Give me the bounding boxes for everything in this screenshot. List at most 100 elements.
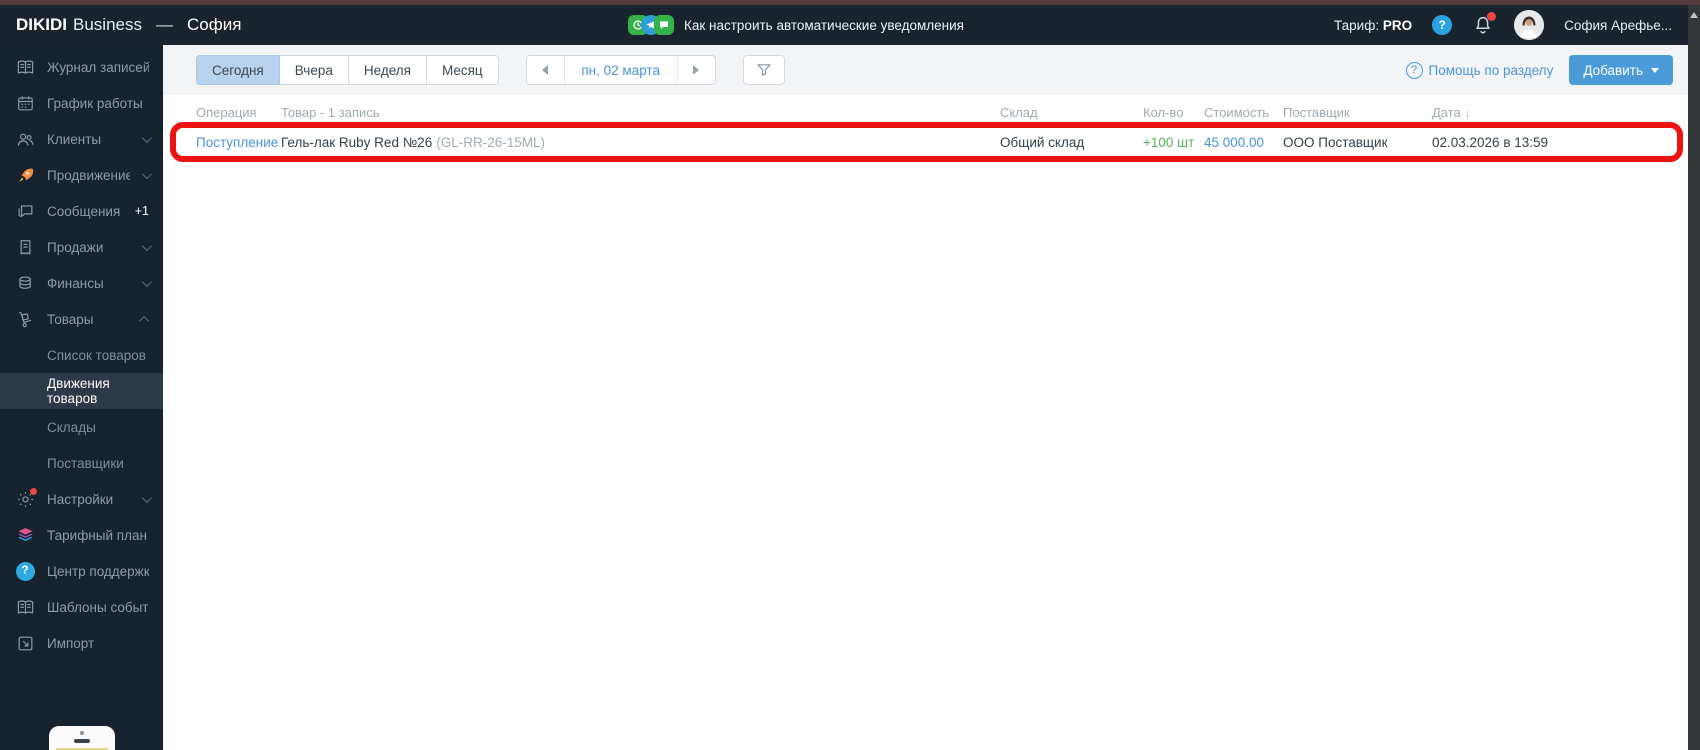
sidebar-item-import[interactable]: Импорт bbox=[0, 625, 163, 661]
chevron-down-icon bbox=[141, 132, 152, 143]
range-week-button[interactable]: Неделя bbox=[347, 55, 427, 85]
tariff-value: PRO bbox=[1382, 17, 1413, 33]
brand-suffix: Business bbox=[73, 15, 142, 34]
app-window: DIKIDI Business — София Как настроить ав… bbox=[0, 0, 1700, 750]
sidebar-item-sales[interactable]: Продажи bbox=[0, 229, 163, 265]
sales-icon bbox=[15, 237, 35, 257]
settings-alert-dot bbox=[30, 488, 37, 495]
user-name[interactable]: София Арефье... bbox=[1564, 18, 1672, 33]
rocket-icon bbox=[15, 165, 35, 185]
sidebar-nav: Журнал записей График работы Клиенты Про… bbox=[0, 45, 163, 661]
row-cost-link[interactable]: 45 000.00 bbox=[1204, 135, 1283, 150]
templates-icon bbox=[15, 597, 35, 617]
row-quantity: +100 шт bbox=[1143, 134, 1195, 150]
row-operation-link[interactable]: Поступление bbox=[196, 135, 281, 150]
company-name[interactable]: София bbox=[187, 15, 241, 35]
sidebar-item-messages[interactable]: Сообщения +1 bbox=[0, 193, 163, 229]
column-header-qty: Кол-во bbox=[1143, 104, 1184, 120]
column-header-warehouse: Склад bbox=[1000, 104, 1038, 120]
sidebar-item-label: Сообщения bbox=[47, 203, 121, 219]
sidebar-subitem-label: Поставщики bbox=[47, 455, 124, 471]
chat-bubble-icon bbox=[654, 15, 674, 35]
help-icon[interactable]: ? bbox=[1432, 15, 1453, 35]
sidebar-item-label: Настройки bbox=[47, 491, 114, 507]
sidebar-item-goods[interactable]: Товары bbox=[0, 301, 163, 337]
sidebar-subitem-product-movements[interactable]: Движения товаров bbox=[0, 373, 163, 409]
scroll-up-arrow-icon[interactable] bbox=[1690, 12, 1698, 18]
sidebar-subitem-label: Склады bbox=[47, 419, 96, 435]
scrollbar[interactable] bbox=[1688, 5, 1700, 750]
table-row[interactable]: Поступление Гель-лак Ruby Red №26 (GL-RR-… bbox=[163, 123, 1688, 161]
add-button[interactable]: Добавить bbox=[1569, 55, 1673, 85]
gear-icon bbox=[15, 488, 37, 509]
current-date-button[interactable]: пн, 02 марта bbox=[565, 56, 677, 84]
messages-icon bbox=[15, 201, 35, 221]
main-content: Сегодня Вчера Неделя Месяц пн, 02 марта … bbox=[163, 45, 1688, 750]
messenger-icons bbox=[628, 15, 674, 35]
finance-icon bbox=[15, 273, 35, 293]
window-top-strip bbox=[0, 0, 1700, 5]
sidebar-subitem-product-list[interactable]: Список товаров bbox=[0, 337, 163, 373]
caret-down-icon bbox=[1651, 67, 1659, 73]
notifications-banner[interactable]: Как настроить автоматические уведомления bbox=[628, 5, 964, 45]
date-navigator: пн, 02 марта bbox=[525, 55, 716, 85]
funnel-icon bbox=[757, 64, 771, 76]
column-header-supplier: Поставщик bbox=[1283, 104, 1350, 120]
sidebar-item-label: Продажи bbox=[47, 239, 104, 255]
unread-badge: +1 bbox=[134, 204, 149, 218]
sidebar-item-clients[interactable]: Клиенты bbox=[0, 121, 163, 157]
clients-icon bbox=[15, 129, 35, 149]
banner-text[interactable]: Как настроить автоматические уведомления bbox=[684, 18, 964, 33]
sidebar-item-journal[interactable]: Журнал записей bbox=[0, 49, 163, 85]
sidebar-subitem-warehouses[interactable]: Склады bbox=[0, 409, 163, 445]
column-header-date[interactable]: Дата ↓ bbox=[1432, 105, 1688, 120]
notifications-bell-icon[interactable] bbox=[1472, 12, 1497, 36]
sidebar-item-label: Продвижение bbox=[47, 167, 131, 183]
sidebar-item-promotion[interactable]: Продвижение bbox=[0, 157, 163, 193]
column-header-product: Товар - 1 запись bbox=[281, 104, 380, 120]
header-right: Тариф: PRO ? София Арефье... bbox=[1334, 5, 1672, 45]
column-header-date-label: Дата bbox=[1432, 104, 1461, 120]
range-month-button[interactable]: Месяц bbox=[425, 55, 499, 85]
sidebar-item-label: Журнал записей bbox=[47, 59, 149, 75]
avatar[interactable] bbox=[1514, 10, 1545, 40]
chevron-down-icon bbox=[142, 168, 152, 179]
goods-icon bbox=[15, 309, 35, 329]
sidebar-item-event-templates[interactable]: Шаблоны событий bbox=[0, 589, 163, 625]
tariff-label[interactable]: Тариф: PRO bbox=[1334, 18, 1412, 33]
support-question-glyph: ? bbox=[15, 561, 35, 581]
notification-dot bbox=[1487, 12, 1497, 21]
sidebar-item-label: Центр поддержки bbox=[47, 563, 149, 579]
sidebar-item-tariff-plan[interactable]: Тарифный план bbox=[0, 517, 163, 553]
next-day-button[interactable] bbox=[676, 56, 715, 84]
mobile-app-promo-phone[interactable] bbox=[48, 726, 115, 750]
prev-day-button[interactable] bbox=[527, 56, 565, 84]
sidebar-item-label: Клиенты bbox=[47, 131, 102, 147]
layers-icon bbox=[15, 525, 35, 545]
brand-separator: — bbox=[155, 15, 173, 34]
brand-name: DIKIDI bbox=[16, 15, 67, 34]
sidebar-item-finance[interactable]: Финансы bbox=[0, 265, 163, 301]
support-icon: ? bbox=[15, 561, 35, 581]
sidebar-item-schedule[interactable]: График работы bbox=[0, 85, 163, 121]
prev-arrow-icon bbox=[542, 65, 549, 75]
section-help-link[interactable]: ? Помощь по разделу bbox=[1405, 61, 1553, 79]
toolbar-right: ? Помощь по разделу Добавить bbox=[1405, 55, 1673, 85]
next-arrow-icon bbox=[693, 65, 700, 75]
range-yesterday-button[interactable]: Вчера bbox=[278, 55, 349, 85]
chevron-down-icon bbox=[141, 276, 152, 287]
brand-logo[interactable]: DIKIDI Business — София bbox=[16, 15, 241, 35]
sidebar-item-support-center[interactable]: ? Центр поддержки bbox=[0, 553, 163, 589]
calendar-icon bbox=[15, 93, 35, 113]
chevron-down-icon bbox=[141, 492, 152, 503]
sidebar-item-settings[interactable]: Настройки bbox=[0, 481, 163, 517]
sidebar-subitem-suppliers[interactable]: Поставщики bbox=[0, 445, 163, 481]
row-product-code: (GL-RR-26-15ML) bbox=[436, 134, 545, 150]
phone-speaker bbox=[73, 739, 90, 743]
sidebar-item-label: График работы bbox=[47, 95, 143, 111]
sidebar-subitem-label: Список товаров bbox=[47, 347, 146, 363]
filter-button[interactable] bbox=[742, 55, 785, 85]
range-today-button[interactable]: Сегодня bbox=[196, 55, 280, 85]
journal-icon bbox=[15, 57, 35, 77]
sidebar-item-label: Финансы bbox=[47, 275, 104, 291]
